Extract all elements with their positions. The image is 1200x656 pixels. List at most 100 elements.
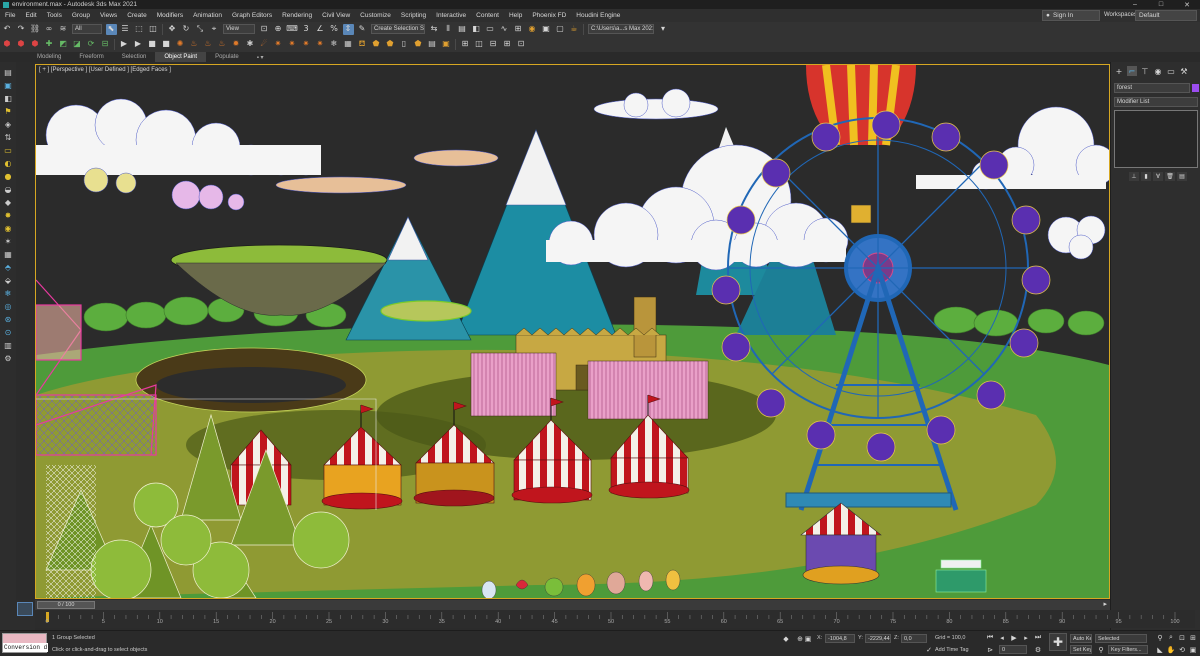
- time-slider-thumb[interactable]: 0 / 100: [37, 601, 95, 609]
- current-frame-field[interactable]: 0: [999, 645, 1027, 654]
- field-of-view-icon[interactable]: ◣: [1155, 645, 1165, 654]
- stop-all-icon[interactable]: ■: [161, 39, 172, 50]
- named-selection-dropdown[interactable]: Create Selection Se: [371, 24, 425, 34]
- menu-animation[interactable]: Animation: [188, 12, 227, 19]
- hierarchy-icon[interactable]: ⚑: [3, 107, 13, 117]
- set-key-large-button[interactable]: ✚: [1049, 633, 1067, 651]
- preset-icon[interactable]: ☄: [259, 39, 270, 50]
- layout-single-icon[interactable]: ◫: [474, 39, 485, 50]
- absolute-mode-icon[interactable]: ▣: [803, 634, 813, 643]
- edit-named-sel-icon[interactable]: ✎: [357, 24, 368, 35]
- menu-create[interactable]: Create: [122, 12, 152, 19]
- rotate-icon[interactable]: ↻: [181, 24, 192, 35]
- select-object-icon[interactable]: ⬉: [105, 23, 117, 35]
- key-filters-button[interactable]: Key Filters...: [1108, 645, 1148, 654]
- scene-explorer-icon[interactable]: ▤: [3, 68, 13, 78]
- timeline-next-icon[interactable]: ▸: [1103, 600, 1107, 608]
- selection-filter-dropdown[interactable]: All: [72, 24, 102, 34]
- modifier-list-dropdown[interactable]: Modifier List: [1114, 97, 1198, 107]
- xref-icon[interactable]: ✚: [44, 39, 55, 50]
- curve-editor-icon[interactable]: ∿: [499, 24, 510, 35]
- zoom-extents-icon[interactable]: ⊡: [1177, 633, 1187, 642]
- close-icon[interactable]: ✕: [1174, 0, 1200, 9]
- display-tab-icon[interactable]: ▭: [1166, 66, 1176, 76]
- rendered-frame-icon[interactable]: ▢: [555, 24, 566, 35]
- pan-icon[interactable]: ✋: [1166, 645, 1176, 654]
- isolate-icon[interactable]: ◆: [781, 634, 791, 643]
- minimize-icon[interactable]: –: [1122, 0, 1148, 9]
- houdini-reload-icon[interactable]: ⬟: [413, 39, 424, 50]
- zoom-extents-all-icon[interactable]: ⊞: [1188, 633, 1198, 642]
- cameras-icon[interactable]: ◒: [3, 185, 13, 195]
- inherit-container-icon[interactable]: ⬢: [16, 39, 27, 50]
- maxscript-listener[interactable]: Conversion d: [2, 633, 48, 653]
- close-container-icon[interactable]: ◪: [72, 39, 83, 50]
- add-time-tag-button[interactable]: Add Time Tag: [935, 647, 969, 653]
- workspace-dropdown[interactable]: Default: [1135, 10, 1197, 21]
- object-name-field[interactable]: forest: [1114, 83, 1190, 93]
- key-mode-icon[interactable]: ⊳: [985, 645, 995, 654]
- rect-selection-icon[interactable]: ⬚: [134, 24, 145, 35]
- frozen-icon[interactable]: ❄: [3, 289, 13, 299]
- mesh-icon[interactable]: ▦: [343, 39, 354, 50]
- filter-icon[interactable]: ⊛: [3, 315, 13, 325]
- display-icon[interactable]: ◧: [3, 94, 13, 104]
- maximize-viewport-icon[interactable]: ▣: [1188, 645, 1198, 654]
- menu-views[interactable]: Views: [95, 12, 122, 19]
- select-by-name-icon[interactable]: ☰: [120, 24, 131, 35]
- modify-tab-icon[interactable]: ⌐: [1127, 66, 1137, 76]
- play-icon[interactable]: ▶: [119, 39, 130, 50]
- layer-icon[interactable]: ◈: [3, 120, 13, 130]
- modifier-stack[interactable]: [1114, 110, 1198, 168]
- houdini-node-icon[interactable]: ▯: [399, 39, 410, 50]
- ribbon-options-icon[interactable]: ▪ ▾: [248, 52, 273, 62]
- time-tag-icon[interactable]: ✓: [924, 645, 934, 654]
- shapes-icon[interactable]: ◐: [3, 159, 13, 169]
- particle-icon[interactable]: ✶: [3, 237, 13, 247]
- menu-graph-editors[interactable]: Graph Editors: [227, 12, 277, 19]
- mass-fx-icon[interactable]: ✺: [175, 39, 186, 50]
- render-setup-icon[interactable]: ▣: [541, 24, 552, 35]
- bind-spacewarp-icon[interactable]: ≋: [58, 24, 69, 35]
- play-animation-icon[interactable]: ▶: [1009, 633, 1019, 642]
- make-unique-stack-icon[interactable]: ∀: [1153, 172, 1163, 181]
- menu-tools[interactable]: Tools: [42, 12, 67, 19]
- menu-interactive[interactable]: Interactive: [431, 12, 471, 19]
- angle-snap-icon[interactable]: ∠: [315, 24, 326, 35]
- source-icon[interactable]: ✷: [273, 39, 284, 50]
- geometry-icon[interactable]: ▭: [3, 146, 13, 156]
- toggle-scene-explorer-icon[interactable]: ▤: [457, 24, 468, 35]
- update-container-icon[interactable]: ⟳: [86, 39, 97, 50]
- container-list-icon[interactable]: ▦: [3, 250, 13, 260]
- orbit-icon[interactable]: ⟲: [1177, 645, 1187, 654]
- listener-text[interactable]: Conversion d: [3, 643, 48, 652]
- menu-customize[interactable]: Customize: [355, 12, 396, 19]
- zoom-all-icon[interactable]: ⌕: [1166, 633, 1176, 642]
- project-folder-icon[interactable]: ▾: [658, 24, 669, 35]
- fire-source-icon[interactable]: ✷: [287, 39, 298, 50]
- settings-icon[interactable]: ⚙: [3, 354, 13, 364]
- percent-snap-icon[interactable]: %: [329, 24, 340, 35]
- make-unique-icon[interactable]: ⬢: [30, 39, 41, 50]
- menu-group[interactable]: Group: [67, 12, 95, 19]
- particle-source-icon[interactable]: ✷: [301, 39, 312, 50]
- find-icon[interactable]: ⊙: [3, 328, 13, 338]
- tab-populate[interactable]: Populate: [206, 52, 248, 62]
- save-container-icon[interactable]: ⊟: [100, 39, 111, 50]
- prev-frame-icon[interactable]: ◂: [997, 633, 1007, 642]
- set-key-button[interactable]: Set Key: [1070, 645, 1092, 654]
- time-slider[interactable]: 0 / 100 ▸: [35, 600, 1110, 610]
- liquid-sim-icon[interactable]: ♨: [217, 39, 228, 50]
- xref-list-icon[interactable]: ⬘: [3, 263, 13, 273]
- unlink-icon[interactable]: ∞: [44, 24, 55, 35]
- viewport-layout-tab[interactable]: [17, 602, 33, 616]
- cup-icon[interactable]: ⛾: [357, 39, 368, 50]
- menu-houdini-engine[interactable]: Houdini Engine: [571, 12, 625, 19]
- lights-icon[interactable]: ●: [3, 172, 13, 182]
- render-icon[interactable]: ☕: [569, 24, 580, 35]
- tab-freeform[interactable]: Freeform: [70, 52, 112, 62]
- smoke-sim-icon[interactable]: ♨: [203, 39, 214, 50]
- auto-key-button[interactable]: Auto Key: [1070, 634, 1092, 643]
- menu-phoenix-fd[interactable]: Phoenix FD: [527, 12, 571, 19]
- toggle-layer-explorer-icon[interactable]: ◧: [471, 24, 482, 35]
